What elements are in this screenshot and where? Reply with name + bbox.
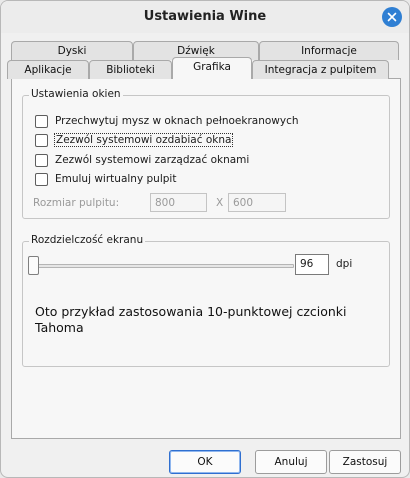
option-manage-windows-label: Zezwól systemowi zarządzać oknami [55,154,250,166]
window-title: Ustawienia Wine [143,9,267,24]
checkbox-manage-windows[interactable] [35,153,48,167]
option-manage-windows[interactable]: Zezwól systemowi zarządzać oknami [35,152,249,168]
tab-aplikacje[interactable]: Aplikacje [7,60,89,79]
checkbox-decorate-windows[interactable] [35,133,48,147]
title-bar: Ustawienia Wine [1,1,409,33]
checkbox-capture-mouse[interactable] [35,114,48,128]
resolution-group: Rozdzielczość ekranu 96 dpi Oto przykład… [22,234,390,367]
tab-informacje[interactable]: Informacje [259,41,399,60]
close-button[interactable] [382,7,402,27]
resolution-title: Rozdzielczość ekranu [29,234,146,246]
graphics-tab-panel: Ustawienia okien Przechwytuj mysz w okna… [11,78,401,439]
option-decorate-windows[interactable]: Zezwól systemowi ozdabiać okna [35,132,234,148]
dpi-unit-label: dpi [336,258,353,270]
desktop-size-separator: X [216,197,224,209]
option-capture-mouse-label: Przechwytuj mysz w oknach pełnoekranowyc… [55,115,299,127]
desktop-width-input[interactable]: 800 [150,193,207,212]
window-settings-group: Ustawienia okien Przechwytuj mysz w okna… [22,88,390,219]
wine-settings-window: Ustawienia Wine Dyski Dźwięk Informacje … [0,0,410,478]
cancel-button[interactable]: Anuluj [255,450,327,474]
close-icon [387,12,397,22]
option-decorate-windows-label: Zezwól systemowi ozdabiać okna [53,133,234,147]
tab-dyski[interactable]: Dyski [11,41,133,60]
desktop-size-label: Rozmiar pulpitu: [33,197,120,209]
tab-integracja-z-pulpitem[interactable]: Integracja z pulpitem [252,60,389,79]
desktop-height-input[interactable]: 600 [228,193,286,212]
tab-row-bottom: Aplikacje Biblioteki Grafika Integracja … [4,57,404,80]
ok-button[interactable]: OK [169,450,241,474]
dpi-input[interactable]: 96 [295,254,329,275]
dpi-slider-thumb[interactable] [28,256,39,275]
window-settings-title: Ustawienia okien [29,88,123,100]
option-virtual-desktop[interactable]: Emuluj wirtualny pulpit [35,171,176,187]
option-capture-mouse[interactable]: Przechwytuj mysz w oknach pełnoekranowyc… [35,113,299,129]
apply-button[interactable]: Zastosuj [329,450,401,474]
tab-biblioteki[interactable]: Biblioteki [89,60,172,79]
font-sample-text: Oto przykład zastosowania 10-punktowej c… [35,304,347,335]
tab-grafika[interactable]: Grafika [172,57,252,79]
checkbox-virtual-desktop[interactable] [35,172,48,186]
dpi-slider-track[interactable] [32,264,294,268]
option-virtual-desktop-label: Emuluj wirtualny pulpit [55,173,177,185]
